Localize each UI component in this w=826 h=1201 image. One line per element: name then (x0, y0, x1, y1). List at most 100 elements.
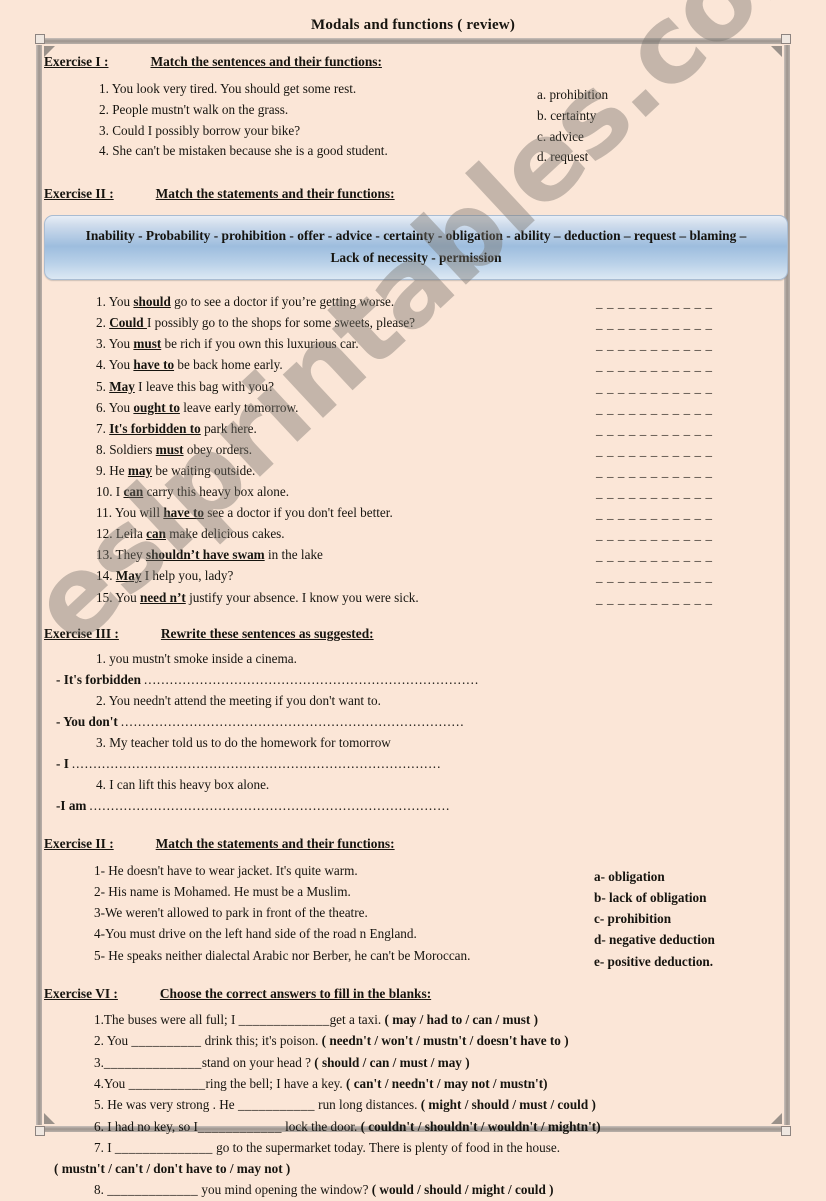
exercise-6-item: 1.The buses were all full; I ___________… (44, 1009, 784, 1030)
answer-blank[interactable]: _ _ _ _ _ _ _ _ _ _ _ (596, 524, 713, 545)
exercise-2-item-text: 3. You must be rich if you own this luxu… (96, 333, 359, 354)
item-text-before-gap: 4.You (94, 1075, 129, 1091)
exercise-2b-item-text: 2- His name is Mohamed. He must be a Mus… (94, 883, 351, 899)
answer-blank[interactable]: _ _ _ _ _ _ _ _ _ _ _ (596, 334, 713, 355)
item-number: 14. (96, 568, 116, 584)
exercise-1-label: Exercise I : (44, 54, 109, 69)
exercise-1-item-text: 4. She can't be mistaken because she is … (99, 143, 388, 159)
fill-in-blank[interactable]: _____________ (239, 1012, 330, 1027)
item-text-before-gap: 8. (94, 1182, 108, 1198)
exercise-3-label: Exercise III : (44, 625, 119, 641)
answer-blank[interactable]: _ _ _ _ _ _ _ _ _ _ _ (596, 461, 713, 482)
highlighted-modal: can (146, 526, 166, 542)
item-text-after-modal: I leave this bag with you? (134, 378, 274, 394)
answer-dotted-line[interactable]: ........................................… (144, 669, 479, 690)
fill-in-blank[interactable]: ______________ (115, 1140, 213, 1155)
exercise-2-item-text: 11. You will have to see a doctor if you… (96, 502, 393, 523)
fill-in-blank[interactable]: ____________ (198, 1119, 282, 1134)
item-text-after-modal: park here. (200, 420, 257, 436)
item-text-after-gap: go to the supermarket today. There is pl… (212, 1139, 561, 1155)
item-text-before-modal: They (115, 547, 146, 563)
answer-blank[interactable]: _ _ _ _ _ _ _ _ _ _ _ (596, 313, 713, 334)
exercise-3-question: 2. You needn't attend the meeting if you… (96, 692, 381, 708)
exercise-3-answer-row[interactable]: - You don't.............................… (44, 711, 784, 732)
exercise-2-item-text: 5. May I leave this bag with you? (96, 376, 274, 397)
answer-blank[interactable]: _ _ _ _ _ _ _ _ _ _ _ (596, 440, 713, 461)
answer-blank[interactable]: _ _ _ _ _ _ _ _ _ _ _ (596, 482, 713, 503)
answer-blank[interactable]: _ _ _ _ _ _ _ _ _ _ _ (596, 398, 713, 419)
highlighted-modal: must (133, 336, 162, 352)
item-text-before-gap: 6. I had no key, so I (94, 1118, 198, 1134)
answer-blank[interactable]: _ _ _ _ _ _ _ _ _ _ _ (596, 545, 713, 566)
exercise-3-instruction: Rewrite these sentences as suggested: (160, 625, 374, 641)
answer-blank[interactable]: _ _ _ _ _ _ _ _ _ _ _ (596, 419, 713, 440)
exercise-2b-option: b- lack of obligation (594, 889, 707, 905)
exercise-2-item-text: 4. You have to be back home early. (96, 354, 283, 375)
exercise-1-items: 1. You look very tired. You should get s… (44, 79, 784, 162)
answer-choices: ( would / should / might / could ) (371, 1182, 554, 1198)
exercise-2-item-text: 14. May I help you, lady? (96, 565, 233, 586)
exercise-1-heading: Exercise I : Match the sentences and the… (44, 54, 784, 70)
highlighted-modal: should (133, 294, 171, 310)
answer-blank[interactable]: _ _ _ _ _ _ _ _ _ _ _ (596, 355, 713, 376)
item-text-before-modal: You (108, 357, 134, 373)
item-text-after-modal: make delicious cakes. (165, 526, 285, 542)
exercise-3-answer-row[interactable]: - It's forbidden........................… (44, 669, 784, 690)
answer-dotted-line[interactable]: ........................................… (89, 795, 450, 816)
exercise-3-answer-row[interactable]: - I.....................................… (44, 753, 784, 774)
exercise-2b-item-text: 3-We weren't allowed to park in front of… (94, 905, 368, 921)
exercise-2b-option: c- prohibition (594, 911, 672, 927)
item-text-after-modal: justify your absence. I know you were si… (185, 589, 419, 605)
exercise-3-answer-row[interactable]: -I am...................................… (44, 795, 784, 816)
exercise-2-item-text: 6. You ought to leave early tomorrow. (96, 397, 298, 418)
exercise-2-item-text: 10. I can carry this heavy box alone. (96, 481, 289, 502)
exercise-2b-options: a- obligation b- lack of obligation c- p… (594, 866, 715, 972)
list-item: 1. You look very tired. You should get s… (44, 79, 784, 100)
exercise-2-section: Exercise II : Match the statements and t… (44, 186, 788, 609)
answer-stem: - It's forbidden (56, 671, 141, 687)
item-number: 6. (96, 399, 109, 415)
exercise-1-item-text: 1. You look very tired. You should get s… (99, 81, 357, 96)
exercise-1-instruction: Match the sentences and their functions: (150, 54, 382, 69)
fill-in-blank[interactable]: __________ (131, 1033, 201, 1048)
fill-in-blank[interactable]: ___________ (238, 1097, 315, 1112)
item-number: 4. (96, 357, 109, 373)
exercise-1-option: b. certainty (537, 107, 597, 123)
answer-blank[interactable]: _ _ _ _ _ _ _ _ _ _ _ (596, 503, 713, 524)
item-number: 15. (96, 589, 116, 605)
exercise-2b-section: Exercise II : Match the statements and t… (44, 836, 784, 969)
fill-in-blank[interactable]: _____________ (107, 1182, 198, 1197)
exercise-6-item: 7. I ______________ go to the supermarke… (44, 1137, 784, 1158)
item-number: 5. (96, 378, 110, 394)
answer-blank[interactable]: _ _ _ _ _ _ _ _ _ _ _ (596, 377, 713, 398)
exercise-6-label: Exercise VI : (44, 986, 118, 1002)
exercise-1-option: a. prohibition (537, 87, 609, 102)
item-number: 1. (96, 294, 109, 310)
item-number: 12. (96, 526, 116, 542)
answer-blank[interactable]: _ _ _ _ _ _ _ _ _ _ _ (596, 588, 713, 609)
answer-blank[interactable]: _ _ _ _ _ _ _ _ _ _ _ (596, 566, 713, 587)
item-text-after-gap: lock the door. (281, 1118, 361, 1134)
fill-in-blank[interactable]: ______________ (104, 1055, 202, 1070)
exercise-3-section: Exercise III : Rewrite these sentences a… (44, 626, 784, 816)
exercise-3-items: 1. you mustn't smoke inside a cinema. - I… (44, 648, 784, 816)
highlighted-modal: It's forbidden to (109, 420, 201, 436)
list-item: 3. Could I possibly borrow your bike? (44, 121, 784, 142)
item-text-after-modal: be back home early. (174, 357, 283, 373)
highlighted-modal: can (123, 484, 144, 500)
item-number: 2. (96, 315, 110, 331)
answer-blank[interactable]: _ _ _ _ _ _ _ _ _ _ _ (596, 292, 713, 313)
answer-dotted-line[interactable]: ........................................… (72, 753, 442, 774)
item-number: 11. (96, 505, 115, 521)
exercise-2-item-text: 13. They shouldn’t have swam in the lake (96, 544, 323, 565)
exercise-6-item: 2. You __________ drink this; it's poiso… (44, 1030, 784, 1051)
exercise-6-items: 1.The buses were all full; I ___________… (44, 1009, 784, 1201)
fill-in-blank[interactable]: ___________ (129, 1076, 206, 1091)
highlighted-modal: need n’t (139, 589, 186, 605)
exercise-1-option: c. advice (537, 128, 584, 144)
answer-dotted-line[interactable]: ........................................… (121, 711, 465, 732)
item-text-before-gap: 1.The buses were all full; I (94, 1012, 239, 1028)
answer-stem: -I am (56, 797, 87, 813)
exercise-6-item: 3.______________stand on your head ? ( s… (44, 1052, 784, 1073)
word-bank-line-2: Lack of necessity - permission (330, 250, 502, 266)
